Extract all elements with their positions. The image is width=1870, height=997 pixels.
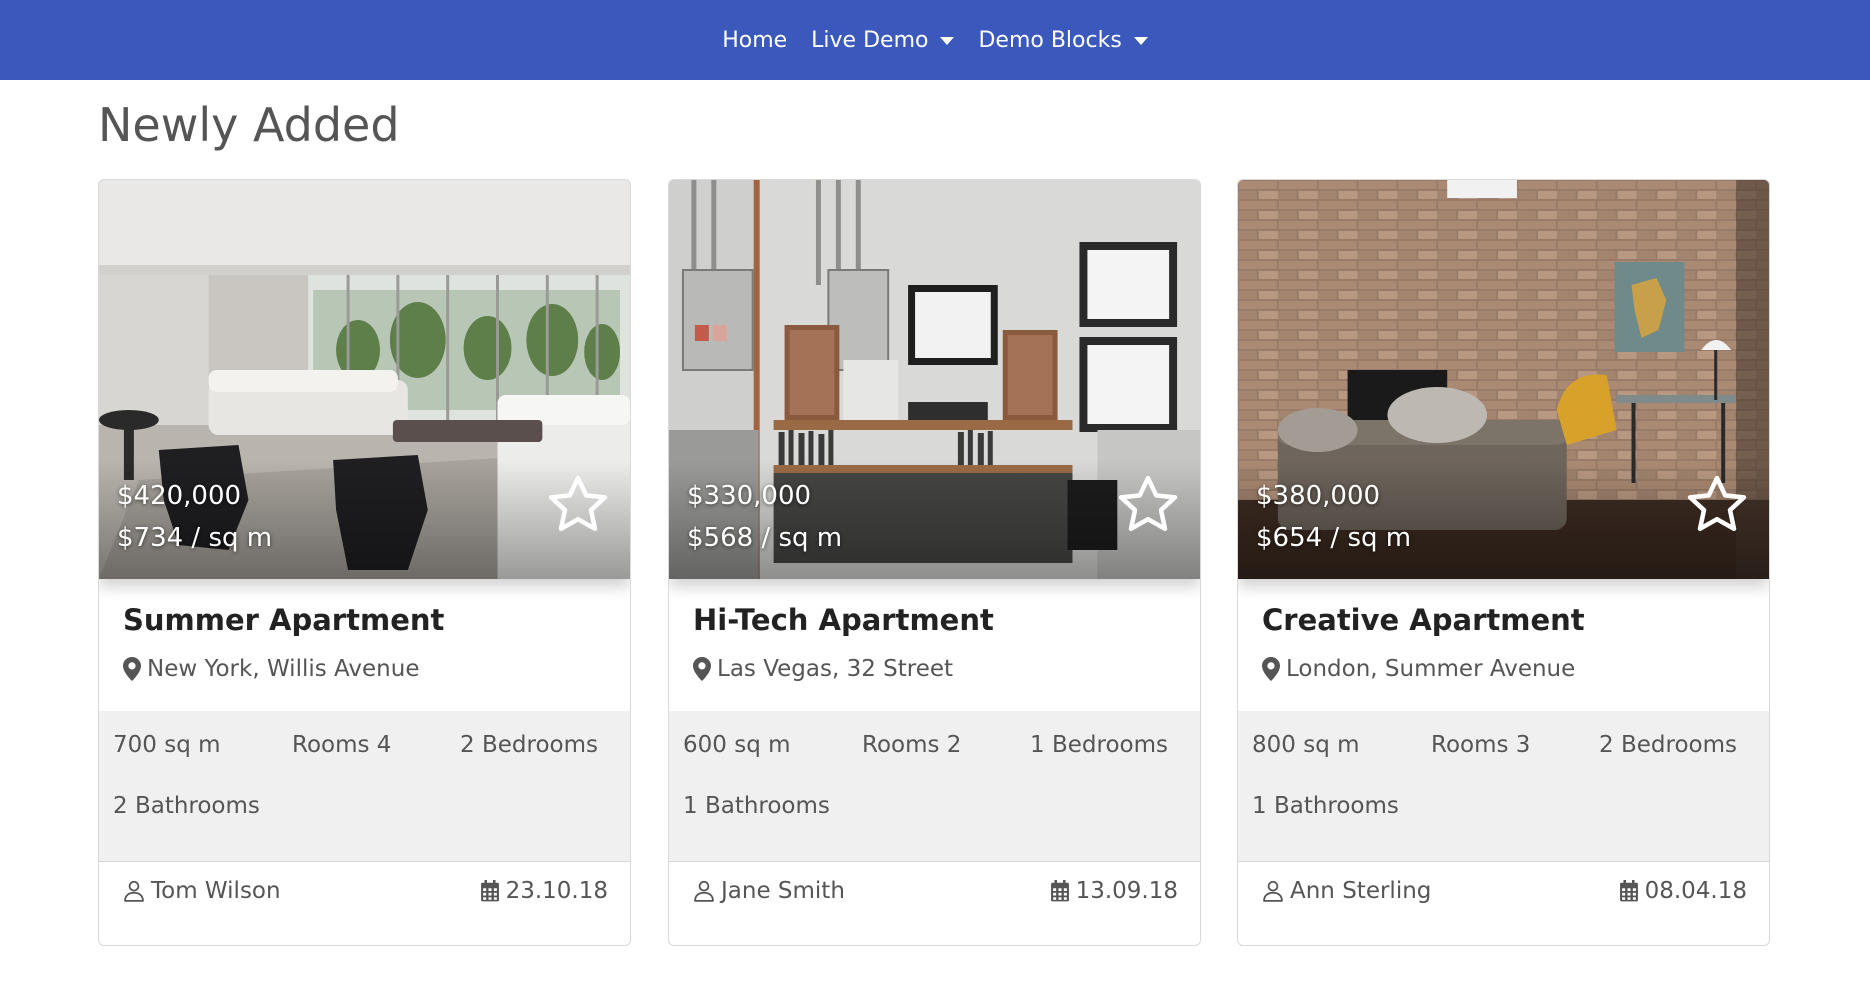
agent-name: Jane Smith [721, 878, 845, 904]
map-pin-icon [123, 657, 141, 681]
feature-bathrooms: 2 Bathrooms [113, 793, 260, 819]
nav-demo-blocks-dropdown[interactable]: Demo Blocks [966, 28, 1159, 53]
nav-demo-blocks-label: Demo Blocks [978, 27, 1122, 53]
card-footer: Tom Wilson 23.10.18 [99, 861, 630, 945]
price: $380,000 [1256, 481, 1381, 511]
property-title[interactable]: Hi-Tech Apartment [693, 603, 994, 637]
nav-live-demo-dropdown[interactable]: Live Demo [799, 28, 966, 53]
agent[interactable]: Tom Wilson [123, 878, 281, 904]
feature-rooms: Rooms 4 [292, 732, 392, 758]
location-text: Las Vegas, 32 Street [717, 656, 954, 682]
feature-bathrooms: 1 Bathrooms [1252, 793, 1399, 819]
top-navbar: Home Live Demo Demo Blocks [0, 0, 1870, 80]
feature-bedrooms: 1 Bedrooms [1030, 732, 1168, 758]
nav-home-link[interactable]: Home [710, 28, 799, 53]
nav-home-label: Home [722, 27, 788, 53]
feature-area: 700 sq m [113, 732, 221, 758]
map-pin-icon [1262, 657, 1280, 681]
date-text: 13.09.18 [1075, 878, 1178, 904]
page-title: Newly Added [98, 98, 400, 152]
listing-date: 08.04.18 [1619, 878, 1747, 904]
agent[interactable]: Ann Sterling [1262, 878, 1431, 904]
feature-rooms: Rooms 2 [862, 732, 962, 758]
feature-area: 800 sq m [1252, 732, 1360, 758]
agent-name: Ann Sterling [1290, 878, 1432, 904]
user-icon [694, 880, 714, 902]
property-features: 800 sq m Rooms 3 2 Bedrooms 1 Bathrooms [1238, 711, 1769, 861]
property-card[interactable]: $330,000 $568 / sq m Hi-Tech Apartment L… [668, 179, 1201, 946]
price-per-sqm: $734 / sq m [117, 523, 273, 553]
agent[interactable]: Jane Smith [693, 878, 845, 904]
calendar-icon [1050, 880, 1069, 902]
nav-live-demo-label: Live Demo [811, 27, 929, 53]
property-photo[interactable]: $420,000 $734 / sq m [99, 180, 630, 579]
location-text: New York, Willis Avenue [147, 656, 420, 682]
property-title[interactable]: Creative Apartment [1262, 603, 1585, 637]
property-location: New York, Willis Avenue [123, 656, 420, 682]
feature-rooms: Rooms 3 [1431, 732, 1531, 758]
feature-bathrooms: 1 Bathrooms [683, 793, 830, 819]
property-card[interactable]: $420,000 $734 / sq m Summer Apartment Ne… [98, 179, 631, 946]
listing-date: 13.09.18 [1050, 878, 1178, 904]
price: $420,000 [117, 481, 242, 511]
feature-bedrooms: 2 Bedrooms [460, 732, 598, 758]
price: $330,000 [687, 481, 812, 511]
property-features: 700 sq m Rooms 4 2 Bedrooms 2 Bathrooms [99, 711, 630, 861]
caret-down-icon [940, 37, 955, 45]
listing-date: 23.10.18 [480, 878, 608, 904]
property-photo[interactable]: $330,000 $568 / sq m [669, 180, 1200, 579]
property-photo[interactable]: $380,000 $654 / sq m [1238, 180, 1769, 579]
calendar-icon [480, 880, 499, 902]
user-icon [1263, 880, 1283, 902]
calendar-icon [1619, 880, 1638, 902]
property-location: Las Vegas, 32 Street [693, 656, 953, 682]
price-per-sqm: $568 / sq m [687, 523, 843, 553]
property-card[interactable]: $380,000 $654 / sq m Creative Apartment … [1237, 179, 1770, 946]
user-icon [124, 880, 144, 902]
feature-area: 600 sq m [683, 732, 791, 758]
feature-bedrooms: 2 Bedrooms [1599, 732, 1737, 758]
card-footer: Ann Sterling 08.04.18 [1238, 861, 1769, 945]
star-outline-icon[interactable] [544, 471, 612, 539]
star-outline-icon[interactable] [1114, 471, 1182, 539]
caret-down-icon [1133, 37, 1148, 45]
date-text: 23.10.18 [505, 878, 608, 904]
property-location: London, Summer Avenue [1262, 656, 1575, 682]
card-footer: Jane Smith 13.09.18 [669, 861, 1200, 945]
date-text: 08.04.18 [1644, 878, 1747, 904]
map-pin-icon [693, 657, 711, 681]
price-per-sqm: $654 / sq m [1256, 523, 1412, 553]
location-text: London, Summer Avenue [1286, 656, 1576, 682]
agent-name: Tom Wilson [151, 878, 281, 904]
property-title[interactable]: Summer Apartment [123, 603, 444, 637]
star-outline-icon[interactable] [1683, 471, 1751, 539]
property-features: 600 sq m Rooms 2 1 Bedrooms 1 Bathrooms [669, 711, 1200, 861]
